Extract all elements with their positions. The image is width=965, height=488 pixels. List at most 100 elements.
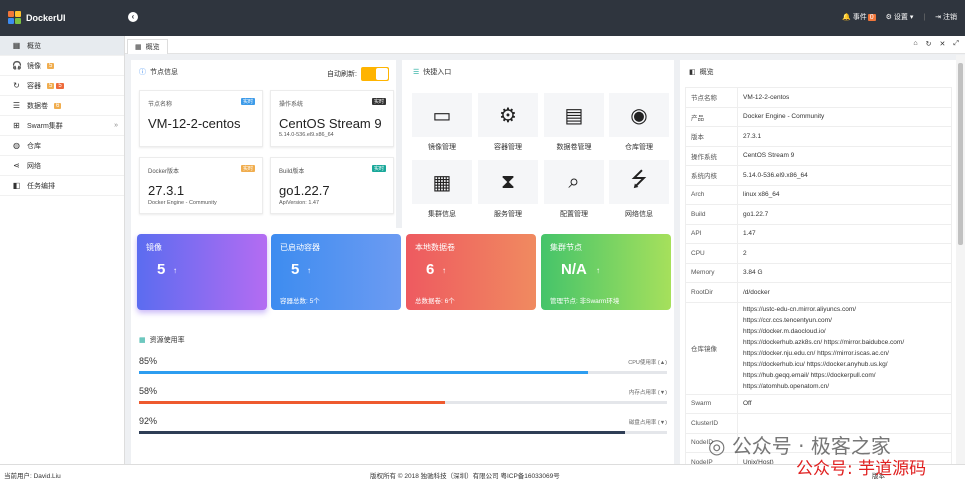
sidebar-item-volumes[interactable]: ☰ 数据卷 6: [0, 96, 124, 116]
quick-label: 仓库管理: [625, 144, 653, 151]
volumes-count-badge: 6: [54, 102, 62, 109]
mirror-url[interactable]: https://hub.geqq.email/ https://dockerpu…: [743, 370, 946, 381]
overview-key: 版本: [685, 126, 738, 147]
quick-container-management[interactable]: ⚙ 容器管理: [478, 93, 538, 157]
overview-value: 2: [737, 243, 952, 264]
database-icon: ☰: [12, 101, 21, 110]
quick-cluster-info[interactable]: ▦ 集群信息: [412, 160, 472, 224]
mirror-url[interactable]: https://ustc-edu-cn.mirror.aliyuncs.com/: [743, 304, 946, 315]
quick-label: 集群信息: [428, 211, 456, 218]
fullscreen-icon[interactable]: ⤢: [953, 40, 959, 48]
settings-button[interactable]: ⚙ 设置 ▾: [886, 12, 914, 22]
sidebar-item-label: 网络: [27, 162, 41, 170]
dockerui-logo-icon: [8, 11, 21, 24]
sidebar-item-label: 镜像: [27, 62, 41, 70]
overview-key: Swarm: [685, 393, 738, 414]
sidebar-item-network[interactable]: ⋖ 网络: [0, 156, 124, 176]
refresh-icon: ↻: [13, 81, 20, 90]
current-user: 当前用户: David.Liu: [4, 473, 61, 480]
gears-icon: ⚙: [478, 93, 538, 137]
divider: |: [923, 13, 926, 21]
overview-value: 1.47: [737, 223, 952, 244]
stat-value: N/A: [561, 261, 587, 278]
images-count-badge: 5: [47, 62, 55, 69]
chevron-down-icon: »: [114, 122, 118, 129]
mirror-url[interactable]: https://dockerhub.azk8s.cn/ https://mirr…: [743, 337, 946, 348]
stat-card-running-containers[interactable]: 已启动容器 5 ↑ 容器总数: 5个: [271, 234, 401, 310]
window-icon: ▭: [412, 93, 472, 137]
brand[interactable]: DockerUI: [8, 11, 66, 24]
sidebar-item-images[interactable]: 🎧 镜像 5: [0, 56, 124, 76]
sidebar-item-label: 仓库: [27, 142, 41, 150]
stat-card-volumes[interactable]: 本地数据卷 6 ↑ 总数据卷: 6个: [406, 234, 536, 310]
sidebar-item-overview[interactable]: ▦ 概览: [0, 36, 124, 56]
page-scrollbar[interactable]: [956, 55, 965, 464]
mirror-url[interactable]: https://atomhub.openatom.cn/: [743, 381, 946, 392]
realtime-tag: 实时: [240, 165, 255, 172]
overview-key: Memory: [685, 262, 738, 283]
overview-key: 仓库镜像: [685, 301, 738, 395]
mirror-url[interactable]: https://dockerhub.icu/ https://docker.an…: [743, 359, 946, 370]
card-label: Build版本: [279, 169, 305, 175]
quick-registry-management[interactable]: ◉ 仓库管理: [609, 93, 669, 157]
docker-version-card: Docker版本 实时 27.3.1 Docker Engine - Commu…: [139, 157, 263, 214]
stat-title: 集群节点: [550, 243, 582, 252]
events-button[interactable]: 🔔 事件 0: [842, 12, 876, 22]
stat-title: 镜像: [146, 243, 162, 252]
sidebar-item-swarm[interactable]: ⊞ Swarm集群 »: [0, 116, 124, 136]
mirror-url[interactable]: https://docker.m.daocloud.io/: [743, 326, 946, 337]
layers-icon: ◧: [689, 69, 696, 76]
overview-value: 5.14.0-536.el9.x86_64: [737, 165, 952, 186]
close-icon[interactable]: ✕: [940, 40, 946, 48]
overview-value: Docker Engine - Community: [737, 106, 952, 127]
sidebar-item-compose[interactable]: ◧ 任务编排: [0, 176, 124, 196]
quick-network-info[interactable]: ⭍ 网络信息: [609, 160, 669, 224]
layers-icon: ◧: [12, 181, 21, 190]
quick-config-management[interactable]: ⌕ 配置管理: [544, 160, 604, 224]
stat-card-cluster-nodes[interactable]: 集群节点 N/A ↑ 管理节点: 非Swarm环境: [541, 234, 671, 310]
card-value: go1.22.7: [279, 183, 330, 198]
auto-refresh-toggle[interactable]: [360, 67, 389, 81]
scrollbar-thumb[interactable]: [958, 63, 963, 245]
mirror-url[interactable]: https://docker.nju.edu.cn/ https://mirro…: [743, 348, 946, 359]
list-icon: ☰: [413, 69, 420, 76]
sidebar-item-containers[interactable]: ↻ 容器 5 5: [0, 76, 124, 96]
quick-label: 镜像管理: [428, 144, 456, 151]
sidebar-item-registry[interactable]: ◍ 仓库: [0, 136, 124, 156]
sidebar-toggle-icon[interactable]: ‹: [128, 12, 138, 22]
sidebar-item-label: 容器: [27, 82, 41, 90]
logout-button[interactable]: ⇥ 注销: [935, 12, 957, 22]
logout-label: 注销: [943, 14, 957, 21]
mirror-url[interactable]: https://ccr.ccs.tencentyun.com/: [743, 315, 946, 326]
sidebar-item-label: 数据卷: [27, 102, 48, 110]
quick-image-management[interactable]: ▭ 镜像管理: [412, 93, 472, 157]
stat-sub: 管理节点: 非Swarm环境: [550, 298, 620, 305]
containers-running-badge: 5: [47, 82, 55, 89]
quick-service-management[interactable]: ⧗ 服务管理: [478, 160, 538, 224]
panel-title: 概览: [699, 69, 714, 76]
quick-volume-management[interactable]: ▤ 数据卷管理: [544, 93, 604, 157]
card-sub: 5.14.0-536.el9.x86_64: [279, 132, 334, 138]
overview-row: Memory 3.84 G: [685, 262, 952, 283]
usage-track: [139, 431, 667, 434]
stat-title: 已启动容器: [280, 243, 320, 252]
usage-percent: 85%: [139, 356, 158, 366]
settings-label: 设置: [893, 14, 908, 21]
stat-card-images[interactable]: 镜像 5 ↑: [137, 234, 267, 310]
card-sub: ApiVersion: 1.47: [279, 200, 320, 206]
overview-row: Build go1.22.7: [685, 204, 952, 225]
refresh-icon[interactable]: ↻: [926, 40, 932, 48]
overview-row: API 1.47: [685, 223, 952, 244]
home-icon[interactable]: ⌂: [913, 40, 917, 48]
sidebar-item-label: Swarm集群: [27, 122, 63, 130]
tab-overview[interactable]: ▦ 概览: [127, 39, 168, 54]
overview-row: 系统内核 5.14.0-536.el9.x86_64: [685, 165, 952, 186]
quick-access-header: ☰ 快捷入口: [413, 67, 451, 77]
build-version-card: Build版本 实时 go1.22.7 ApiVersion: 1.47: [270, 157, 394, 214]
watermark-red: 公众号: 芋道源码: [796, 459, 927, 479]
overview-key: 系统内核: [685, 165, 738, 186]
panel-title: 节点信息: [150, 69, 178, 76]
os-card: 操作系统 实时 CentOS Stream 9 5.14.0-536.el9.x…: [270, 90, 394, 147]
sidebar-item-label: 任务编排: [27, 182, 55, 190]
arrow-up-icon: ↑: [173, 266, 177, 275]
